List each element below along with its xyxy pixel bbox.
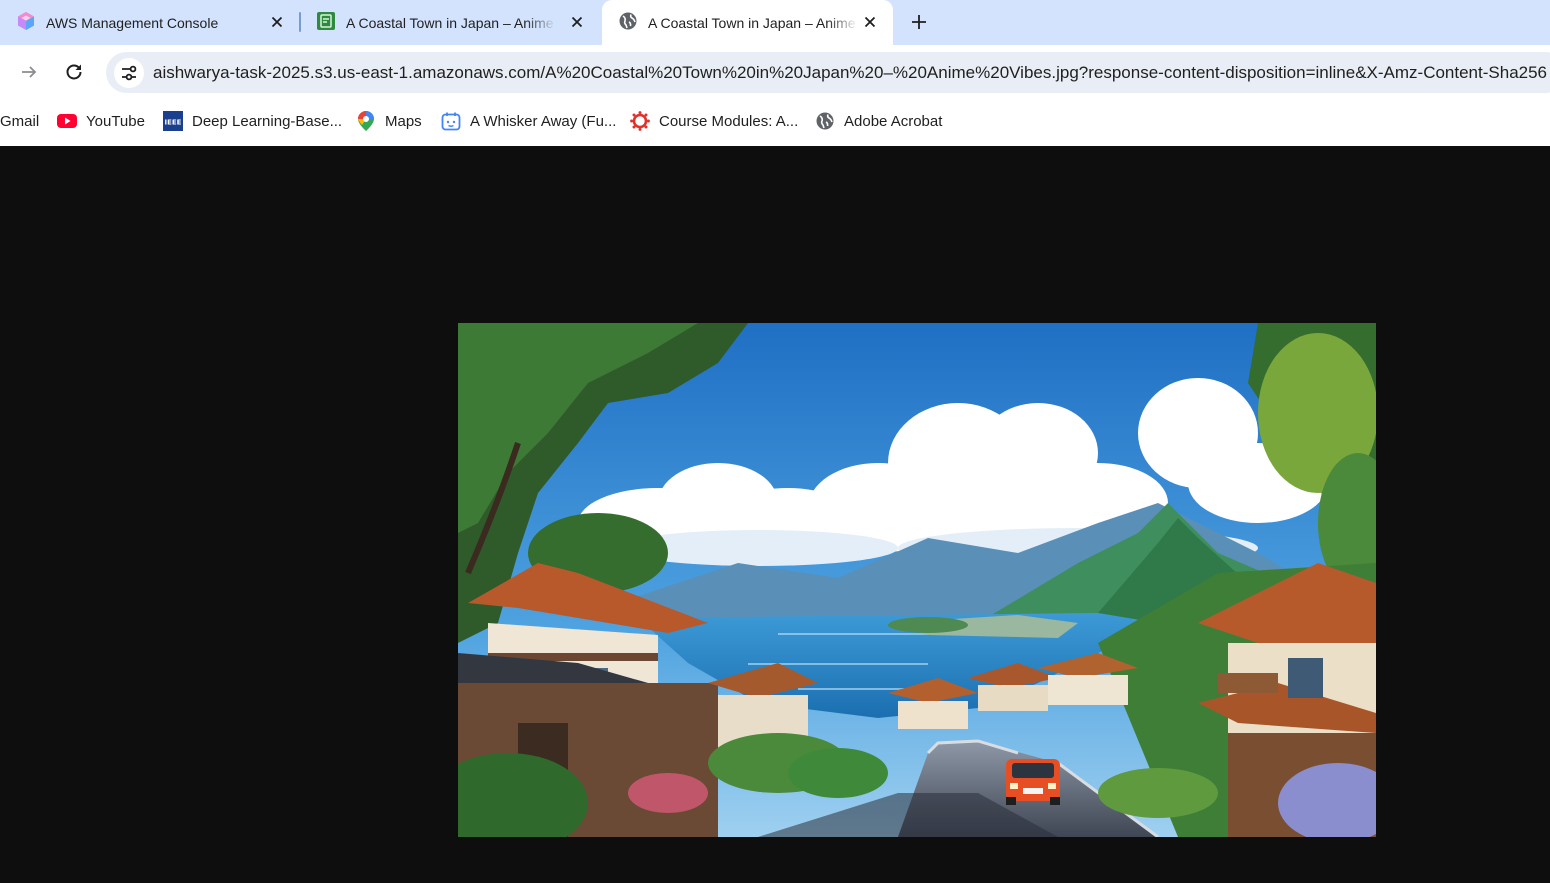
tune-icon bbox=[122, 65, 137, 81]
coastal-town-image[interactable] bbox=[458, 323, 1376, 837]
bookmarks-bar: Gmail YouTube IEEE Deep Learning-Base...… bbox=[0, 97, 1550, 146]
bookmark-label: Adobe Acrobat bbox=[844, 112, 943, 130]
new-tab-button[interactable] bbox=[905, 8, 933, 36]
reload-button[interactable] bbox=[59, 57, 89, 87]
plus-icon bbox=[912, 15, 926, 29]
browser-toolbar: aishwarya-task-2025.s3.us-east-1.amazona… bbox=[0, 45, 1550, 97]
bookmark-label: A Whisker Away (Fu... bbox=[470, 112, 617, 130]
globe-icon bbox=[815, 111, 835, 131]
close-icon[interactable] bbox=[861, 13, 879, 31]
bookmark-course-modules[interactable]: Course Modules: A... bbox=[630, 110, 798, 132]
calendar-face-icon bbox=[441, 111, 461, 131]
bookmark-youtube[interactable]: YouTube bbox=[57, 110, 145, 132]
bookmark-label: Maps bbox=[385, 112, 422, 130]
address-bar[interactable]: aishwarya-task-2025.s3.us-east-1.amazona… bbox=[106, 52, 1550, 93]
image-viewer bbox=[0, 146, 1550, 883]
url-text[interactable]: aishwarya-task-2025.s3.us-east-1.amazona… bbox=[153, 63, 1547, 83]
bookmark-maps[interactable]: Maps bbox=[356, 110, 422, 132]
ieee-icon: IEEE bbox=[163, 111, 183, 131]
tab-title: AWS Management Console bbox=[46, 14, 219, 31]
bookmark-ieee[interactable]: IEEE Deep Learning-Base... bbox=[163, 110, 342, 132]
reload-icon bbox=[66, 64, 82, 80]
bookmark-label: Gmail bbox=[0, 112, 40, 130]
forward-button[interactable] bbox=[14, 57, 44, 87]
bookmark-adobe-acrobat[interactable]: Adobe Acrobat bbox=[815, 110, 942, 132]
bookmark-label: Course Modules: A... bbox=[659, 112, 799, 130]
globe-icon bbox=[618, 11, 638, 34]
tab-aws-console[interactable]: AWS Management Console bbox=[0, 0, 300, 45]
bookmark-label: Deep Learning-Base... bbox=[192, 112, 343, 130]
svg-text:IEEE: IEEE bbox=[165, 119, 182, 127]
close-icon[interactable] bbox=[568, 13, 586, 31]
tab-title: A Coastal Town in Japan – Anime Vibes bbox=[346, 14, 556, 31]
youtube-icon bbox=[57, 111, 77, 131]
arrow-right-icon bbox=[22, 66, 37, 78]
maps-pin-icon bbox=[356, 111, 376, 131]
close-icon[interactable] bbox=[268, 13, 286, 31]
site-info-button[interactable] bbox=[114, 58, 144, 88]
green-doc-icon bbox=[316, 11, 336, 34]
tab-coastal-town-active[interactable]: A Coastal Town in Japan – Anime Vibes bbox=[602, 0, 893, 45]
aws-cube-icon bbox=[16, 11, 36, 34]
tab-title: A Coastal Town in Japan – Anime Vibes bbox=[648, 14, 858, 31]
canvas-icon bbox=[630, 111, 650, 131]
bookmark-whisker-away[interactable]: A Whisker Away (Fu... bbox=[441, 110, 616, 132]
bookmark-label: YouTube bbox=[86, 112, 145, 130]
tab-strip: AWS Management Console A Coastal Town in… bbox=[0, 0, 1550, 45]
tab-coastal-town-1[interactable]: A Coastal Town in Japan – Anime Vibes bbox=[300, 0, 600, 45]
bookmark-gmail[interactable]: Gmail bbox=[0, 110, 39, 132]
